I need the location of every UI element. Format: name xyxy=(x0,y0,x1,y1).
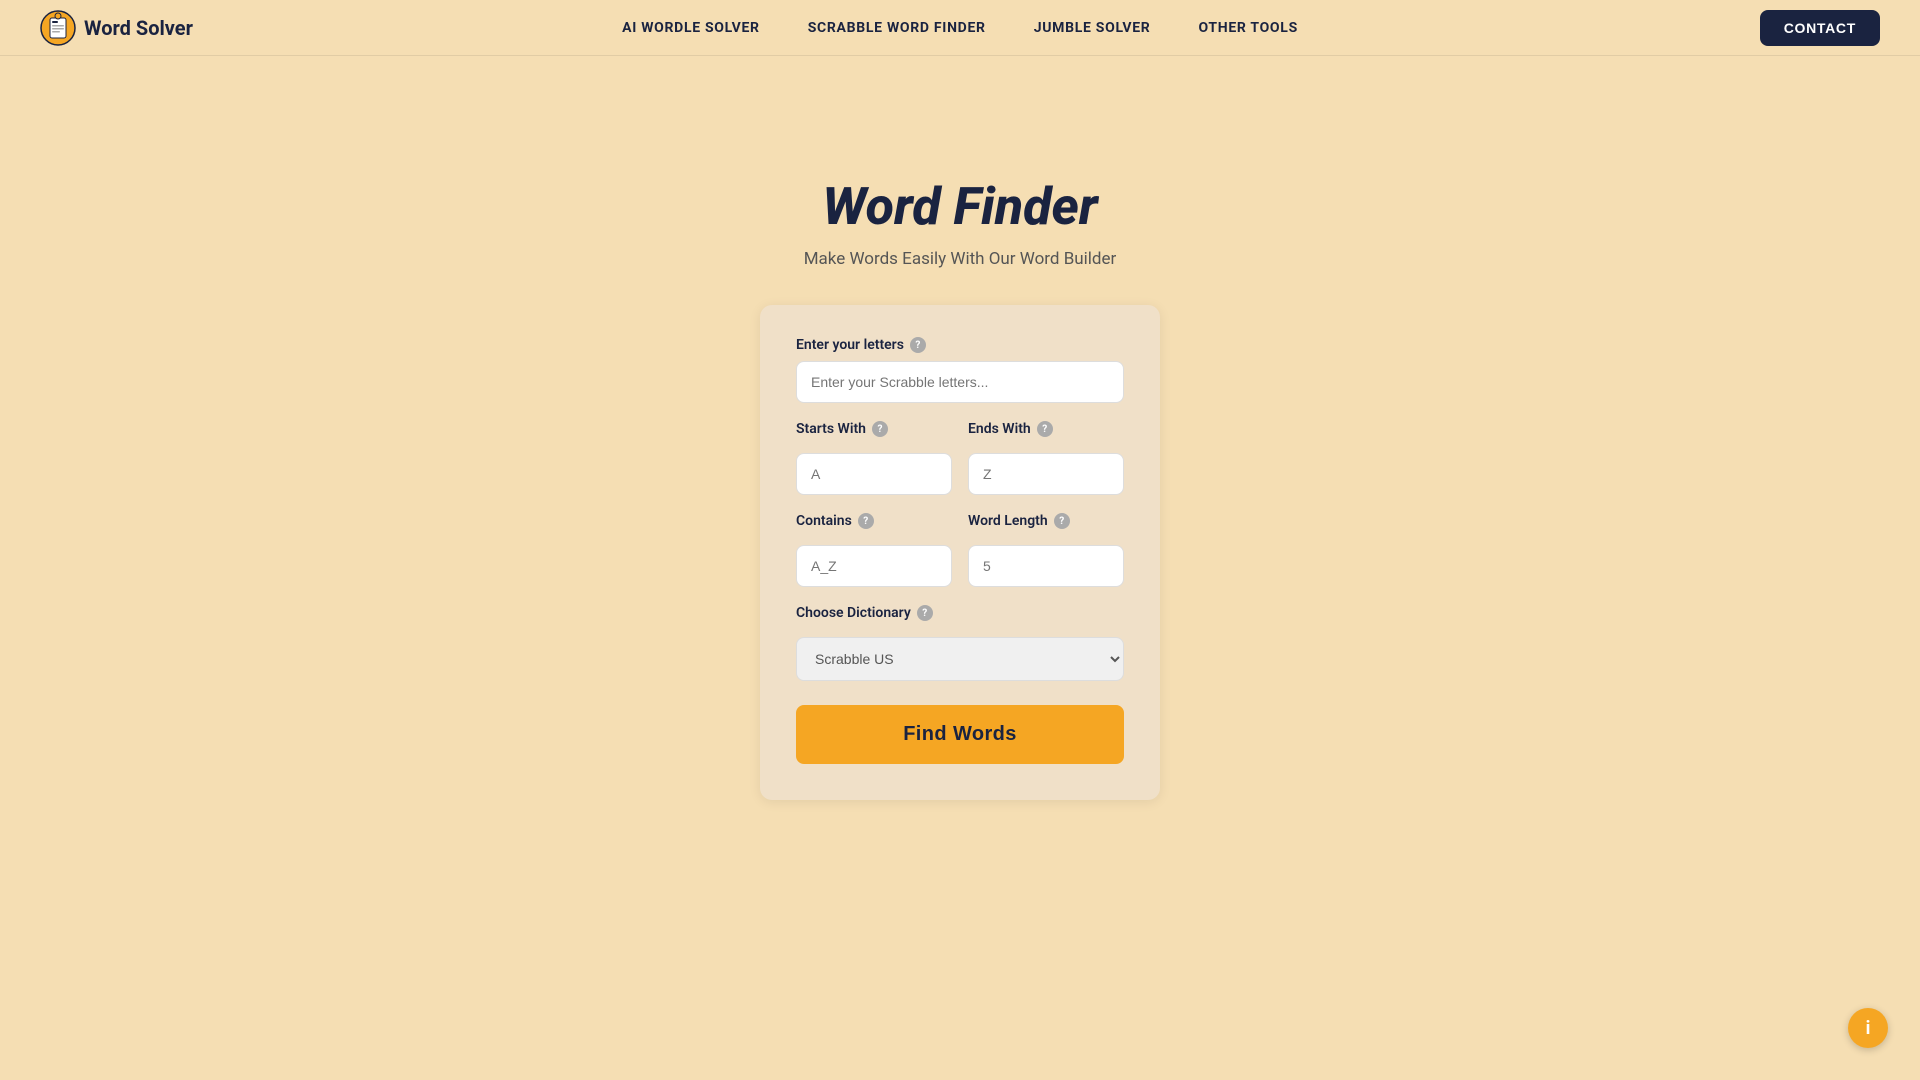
starts-with-group: Starts With ? xyxy=(796,421,952,495)
word-length-group: Word Length ? xyxy=(968,513,1124,587)
contact-button[interactable]: CONTACT xyxy=(1760,10,1880,46)
contains-label: Contains ? xyxy=(796,513,952,529)
ends-with-label: Ends With ? xyxy=(968,421,1124,437)
nav-scrabble[interactable]: SCRABBLE WORD FINDER xyxy=(808,20,986,36)
starts-with-input[interactable] xyxy=(796,453,952,495)
header: Word Solver AI WORDLE SOLVER SCRABBLE WO… xyxy=(0,0,1920,56)
starts-ends-row: Starts With ? Ends With ? xyxy=(796,421,1124,495)
logo-icon xyxy=(40,10,76,46)
nav-other[interactable]: OTHER TOOLS xyxy=(1198,20,1297,36)
letters-input[interactable] xyxy=(796,361,1124,403)
dictionary-label: Choose Dictionary ? xyxy=(796,605,1124,621)
floating-info-button[interactable]: i xyxy=(1848,1008,1888,1048)
word-length-help-icon[interactable]: ? xyxy=(1054,513,1070,529)
letters-help-icon[interactable]: ? xyxy=(910,337,926,353)
word-length-input[interactable] xyxy=(968,545,1124,587)
logo-text: Word Solver xyxy=(84,16,193,40)
contains-help-icon[interactable]: ? xyxy=(858,513,874,529)
info-icon: i xyxy=(1866,1018,1871,1039)
contains-length-row: Contains ? Word Length ? xyxy=(796,513,1124,587)
logo[interactable]: Word Solver xyxy=(40,10,193,46)
ends-with-group: Ends With ? xyxy=(968,421,1124,495)
starts-with-label: Starts With ? xyxy=(796,421,952,437)
main-nav: AI WORDLE SOLVER SCRABBLE WORD FINDER JU… xyxy=(622,20,1298,36)
nav-jumble[interactable]: JUMBLE SOLVER xyxy=(1034,20,1151,36)
page-title: Word Finder xyxy=(822,176,1097,237)
contains-group: Contains ? xyxy=(796,513,952,587)
word-length-label: Word Length ? xyxy=(968,513,1124,529)
ends-with-input[interactable] xyxy=(968,453,1124,495)
ends-with-help-icon[interactable]: ? xyxy=(1037,421,1053,437)
find-words-button[interactable]: Find Words xyxy=(796,705,1124,764)
dictionary-help-icon[interactable]: ? xyxy=(917,605,933,621)
contains-input[interactable] xyxy=(796,545,952,587)
dictionary-select[interactable]: Scrabble US Scrabble UK Words With Frien… xyxy=(796,637,1124,681)
letters-label: Enter your letters ? xyxy=(796,337,1124,353)
word-finder-form: Enter your letters ? Starts With ? Ends … xyxy=(760,305,1160,800)
main-content: Word Finder Make Words Easily With Our W… xyxy=(0,56,1920,800)
starts-with-help-icon[interactable]: ? xyxy=(872,421,888,437)
nav-ai-wordle[interactable]: AI WORDLE SOLVER xyxy=(622,20,760,36)
page-subtitle: Make Words Easily With Our Word Builder xyxy=(804,249,1117,269)
